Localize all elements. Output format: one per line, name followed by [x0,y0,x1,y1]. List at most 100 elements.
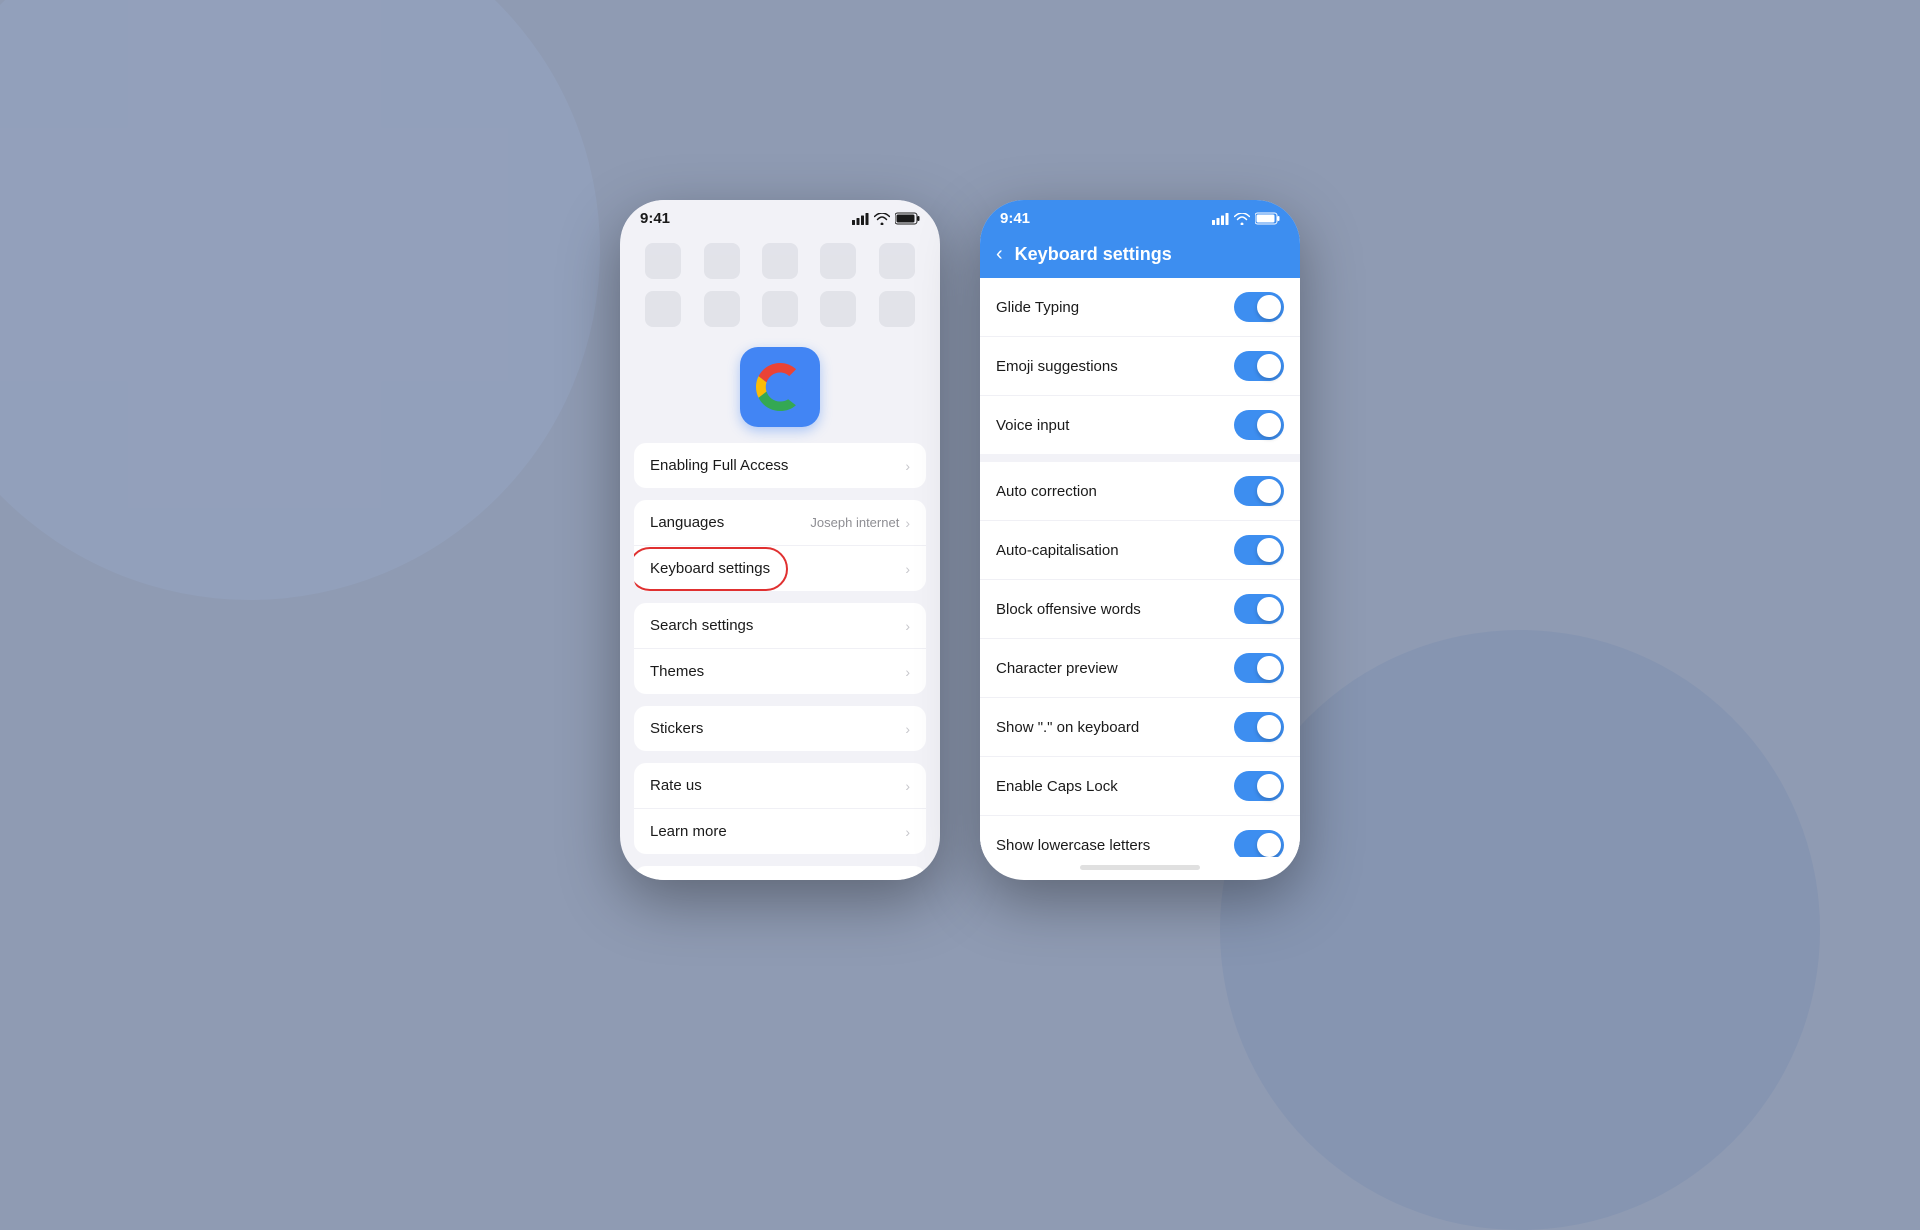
voice-input-toggle[interactable] [1234,410,1284,440]
chevron-right-icon: › [905,824,910,840]
right-status-time: 9:41 [1000,210,1030,227]
settings-list: Glide Typing Emoji suggestions Voice inp… [980,278,1300,857]
menu-item-label: Rate us [650,777,702,794]
app-icon-grid [620,233,940,337]
menu-item-search-settings[interactable]: Search settings › [634,603,926,649]
settings-item-label: Enable Caps Lock [996,778,1118,795]
settings-item-label: Emoji suggestions [996,358,1118,375]
right-status-bar: 9:41 [980,200,1300,233]
phones-container: 9:41 [620,200,1300,880]
signal-icon [1212,213,1229,225]
wifi-icon [874,213,890,225]
app-icon [762,291,798,327]
auto-capitalisation-toggle[interactable] [1234,535,1284,565]
settings-item-label: Character preview [996,660,1118,677]
settings-item-auto-correction[interactable]: Auto correction [980,462,1300,521]
menu-item-value: Joseph internet [810,515,899,530]
toggle-thumb [1257,479,1281,503]
menu-item-stickers[interactable]: Stickers › [634,706,926,751]
google-g-logo [756,363,804,411]
menu-item-label: Search settings [650,617,753,634]
settings-item-show-on-keyboard[interactable]: Show "." on keyboard [980,698,1300,757]
settings-item-label: Auto correction [996,483,1097,500]
right-home-indicator [1080,865,1200,870]
settings-item-voice-input[interactable]: Voice input [980,396,1300,454]
left-menu-list: Enabling Full Access › Languages Joseph … [620,443,940,880]
right-status-icons [1212,212,1280,225]
chevron-right-icon: › [905,561,910,577]
character-preview-toggle[interactable] [1234,653,1284,683]
show-on-keyboard-toggle[interactable] [1234,712,1284,742]
menu-section-2: Languages Joseph internet › Keyboard set… [634,500,926,591]
settings-item-label: Voice input [996,417,1069,434]
settings-item-label: Block offensive words [996,601,1141,618]
chevron-right-icon: › [905,778,910,794]
left-status-time: 9:41 [640,210,670,227]
gboard-icon [740,347,820,427]
battery-icon [895,212,920,225]
wifi-icon [1234,213,1250,225]
keyboard-header-title: Keyboard settings [1015,244,1172,265]
menu-item-themes[interactable]: Themes › [634,649,926,694]
left-status-bar: 9:41 [620,200,940,233]
menu-section-1: Enabling Full Access › [634,443,926,488]
menu-item-right: › [905,458,910,474]
menu-item-keyboard-settings[interactable]: Keyboard settings › [634,546,926,591]
menu-item-label: Stickers [650,720,703,737]
app-icon [704,243,740,279]
menu-section-3: Search settings › Themes › [634,603,926,694]
toggle-thumb [1257,597,1281,621]
settings-group-2: Auto correction Auto-capitalisation Bloc… [980,462,1300,857]
settings-item-block-offensive-words[interactable]: Block offensive words [980,580,1300,639]
settings-item-auto-capitalisation[interactable]: Auto-capitalisation [980,521,1300,580]
menu-item-languages[interactable]: Languages Joseph internet › [634,500,926,546]
menu-section-4: Stickers › [634,706,926,751]
app-icon [762,243,798,279]
menu-item-right: › [905,778,910,794]
left-status-icons [852,212,920,225]
toggle-thumb [1257,656,1281,680]
app-icon [645,243,681,279]
app-icon [704,291,740,327]
menu-item-learn-more[interactable]: Learn more › [634,809,926,854]
keyboard-header: ‹ Keyboard settings [980,233,1300,278]
menu-item-right: › [905,664,910,680]
settings-item-glide-typing[interactable]: Glide Typing [980,278,1300,337]
menu-item-label: Learn more [650,823,727,840]
settings-item-show-lowercase-letters[interactable]: Show lowercase letters [980,816,1300,857]
show-lowercase-letters-toggle[interactable] [1234,830,1284,857]
app-icon [879,291,915,327]
chevron-right-icon: › [905,618,910,634]
settings-item-enable-caps-lock[interactable]: Enable Caps Lock [980,757,1300,816]
left-phone: 9:41 [620,200,940,880]
settings-item-label: Show "." on keyboard [996,719,1139,736]
toggle-thumb [1257,295,1281,319]
glide-typing-toggle[interactable] [1234,292,1284,322]
settings-item-label: Auto-capitalisation [996,542,1119,559]
toggle-thumb [1257,774,1281,798]
settings-item-character-preview[interactable]: Character preview [980,639,1300,698]
settings-item-emoji-suggestions[interactable]: Emoji suggestions [980,337,1300,396]
chevron-right-icon: › [905,664,910,680]
menu-item-right: › [905,721,910,737]
menu-item-enabling-full-access[interactable]: Enabling Full Access › [634,443,926,488]
battery-icon [1255,212,1280,225]
app-icon [645,291,681,327]
toggle-thumb [1257,538,1281,562]
back-button[interactable]: ‹ [996,243,1003,266]
menu-item-about[interactable]: About › [634,866,926,880]
toggle-thumb [1257,354,1281,378]
menu-item-right: › [905,618,910,634]
app-icon [820,291,856,327]
chevron-right-icon: › [905,721,910,737]
menu-item-rate-us[interactable]: Rate us › [634,763,926,809]
toggle-thumb [1257,413,1281,437]
menu-item-label: Keyboard settings [650,560,770,577]
auto-correction-toggle[interactable] [1234,476,1284,506]
menu-item-label: Enabling Full Access [650,457,788,474]
emoji-suggestions-toggle[interactable] [1234,351,1284,381]
menu-item-label: Themes [650,663,704,680]
block-offensive-words-toggle[interactable] [1234,594,1284,624]
enable-caps-lock-toggle[interactable] [1234,771,1284,801]
signal-icon [852,213,869,225]
